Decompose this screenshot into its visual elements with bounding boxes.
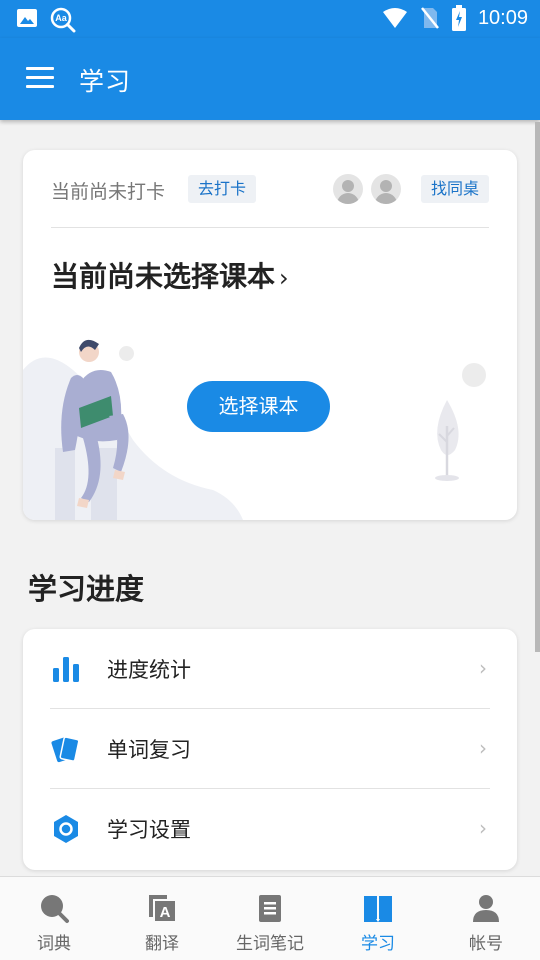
list-item-label: 学习设置 [107,818,191,842]
dictionary-search-icon [41,895,69,923]
no-sim-icon [420,7,439,29]
nav-tab-study[interactable]: 学习 [324,877,432,960]
list-item-progress-stats[interactable]: 进度统计 › [23,629,517,709]
progress-list: 进度统计 › 单词复习 › 学习设置 › [23,629,517,870]
nav-label: 帐号 [469,934,503,954]
chevron-right-icon: › [279,264,289,292]
dictionary-app-icon: Aa [50,7,76,33]
checkin-status-text: 当前尚未打卡 [51,181,166,203]
chevron-right-icon: › [479,736,487,760]
account-icon [473,895,499,922]
nav-label: 词典 [37,934,71,954]
settings-hexagon-icon [54,815,78,843]
chevron-right-icon: › [479,656,487,680]
list-item-label: 单词复习 [107,738,191,762]
nav-label: 翻译 [145,934,179,954]
choose-textbook-button[interactable]: 选择课本 [187,381,330,432]
notebook-icon [259,895,281,922]
select-textbook-heading[interactable]: 当前尚未选择课本 › [51,255,289,295]
nav-tab-account[interactable]: 帐号 [432,877,540,960]
bar-chart-icon [53,657,79,682]
nav-tab-translate[interactable]: A 翻译 [108,877,216,960]
find-deskmate-button[interactable]: 找同桌 [421,175,490,203]
deskmate-avatar-icon [333,174,363,204]
deskmate-avatar-icon [371,174,401,204]
divider [51,227,489,228]
status-time: 10:09 [477,6,528,29]
svg-text:Aa: Aa [55,13,67,23]
list-item-word-review[interactable]: 单词复习 › [23,709,517,789]
nav-tab-word-notes[interactable]: 生词笔记 [216,877,324,960]
list-item-study-settings[interactable]: 学习设置 › [23,789,517,869]
app-bar: 学习 [0,38,540,120]
chevron-right-icon: › [479,816,487,840]
textbook-card: 当前尚未打卡 去打卡 找同桌 当前尚未选择课本 › 选择课本 [23,150,517,520]
nav-tab-dictionary[interactable]: 词典 [0,877,108,960]
image-icon [17,9,37,27]
nav-label: 生词笔记 [236,934,304,954]
checkin-button[interactable]: 去打卡 [188,175,257,203]
progress-section-title: 学习进度 [28,572,145,606]
list-item-label: 进度统计 [107,658,191,682]
scrollbar[interactable] [535,122,540,652]
textbook-heading-text: 当前尚未选择课本 [51,260,276,293]
bottom-navigation: 词典 A 翻译 生词笔记 学习 帐号 [0,876,540,960]
translate-icon: A [149,895,175,921]
svg-text:A: A [160,904,171,921]
word-cards-icon [51,736,80,763]
page-title: 学习 [79,67,132,96]
menu-icon[interactable] [26,67,54,89]
wifi-icon [382,8,407,28]
book-icon [364,896,392,922]
status-bar: Aa 10:09 [0,0,540,38]
battery-charging-icon [451,5,466,31]
nav-label: 学习 [361,934,395,954]
